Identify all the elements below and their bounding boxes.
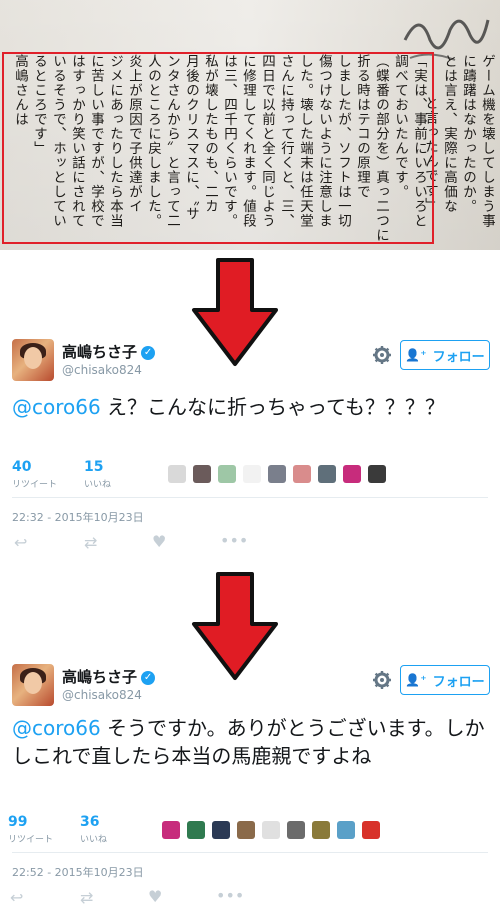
liker-avatar[interactable] bbox=[243, 465, 261, 483]
display-name[interactable]: 高嶋ちさ子 ✓ bbox=[62, 666, 156, 687]
tweet-body: え？こんなに折っちゃっても？？？？ bbox=[100, 395, 446, 419]
liker-avatar[interactable] bbox=[193, 465, 211, 483]
like-count[interactable]: 15 bbox=[84, 459, 103, 475]
add-user-icon: 👤⁺ bbox=[405, 673, 427, 687]
liker-avatar[interactable] bbox=[362, 821, 380, 839]
follow-label: フォロー bbox=[432, 674, 485, 690]
tweet-text: @coro66 そうですか。ありがとうございます。しかしこれで直したら本当の馬鹿… bbox=[12, 714, 492, 770]
follow-label: フォロー bbox=[432, 349, 485, 365]
liker-avatar[interactable] bbox=[212, 821, 230, 839]
display-name-text: 高嶋ちさ子 bbox=[62, 668, 138, 686]
liker-avatar[interactable] bbox=[318, 465, 336, 483]
tweet-2: 高嶋ちさ子 ✓ @chisako824 👤⁺ フォロー @coro66 そうですか。… bbox=[0, 660, 500, 920]
book-photo: ゲーム機を壊してしまう事 に躊躇はなかったのか。 とは言え、実際に高価な と言ったんで… bbox=[0, 0, 500, 250]
retweet-count[interactable]: 99 bbox=[8, 814, 27, 830]
display-name[interactable]: 高嶋ちさ子 ✓ bbox=[62, 341, 156, 362]
retweet-icon[interactable]: ⇄ bbox=[84, 533, 97, 552]
more-icon[interactable]: ••• bbox=[220, 531, 248, 550]
timestamp[interactable]: 22:52 - 2015年10月23日 bbox=[12, 864, 144, 880]
liker-avatar[interactable] bbox=[343, 465, 361, 483]
article-column-outside: に躊躇はなかったのか。 bbox=[460, 54, 476, 214]
more-icon[interactable]: ••• bbox=[216, 886, 244, 905]
reply-icon[interactable]: ↩ bbox=[14, 533, 27, 552]
like-count[interactable]: 36 bbox=[80, 814, 99, 830]
liker-avatar[interactable] bbox=[218, 465, 236, 483]
like-label: いいね bbox=[84, 480, 112, 490]
liker-avatar[interactable] bbox=[293, 465, 311, 483]
mention-link[interactable]: @coro66 bbox=[12, 716, 101, 740]
article-column-outside: とは言え、実際に高価な bbox=[441, 54, 457, 214]
liker-avatar[interactable] bbox=[162, 821, 180, 839]
reply-icon[interactable]: ↩ bbox=[10, 888, 23, 907]
retweet-label: リツイート bbox=[8, 835, 54, 845]
follow-button[interactable]: 👤⁺ フォロー bbox=[400, 340, 490, 370]
display-name-text: 高嶋ちさ子 bbox=[62, 343, 138, 361]
verified-badge-icon: ✓ bbox=[141, 345, 156, 360]
user-handle[interactable]: @chisako824 bbox=[62, 688, 142, 702]
liker-avatar[interactable] bbox=[187, 821, 205, 839]
verified-badge-icon: ✓ bbox=[141, 670, 156, 685]
avatar[interactable] bbox=[12, 339, 54, 381]
add-user-icon: 👤⁺ bbox=[405, 348, 427, 362]
gear-icon[interactable] bbox=[372, 670, 392, 690]
highlight-box bbox=[2, 52, 434, 244]
follow-button[interactable]: 👤⁺ フォロー bbox=[400, 665, 490, 695]
liker-avatar[interactable] bbox=[287, 821, 305, 839]
heart-icon[interactable]: ♥ bbox=[152, 532, 166, 551]
liker-avatar[interactable] bbox=[368, 465, 386, 483]
avatar[interactable] bbox=[12, 664, 54, 706]
liker-avatar[interactable] bbox=[237, 821, 255, 839]
heart-icon[interactable]: ♥ bbox=[148, 887, 162, 906]
mention-link[interactable]: @coro66 bbox=[12, 395, 101, 419]
user-handle[interactable]: @chisako824 bbox=[62, 363, 142, 377]
timestamp[interactable]: 22:32 - 2015年10月23日 bbox=[12, 509, 144, 525]
liker-avatar[interactable] bbox=[262, 821, 280, 839]
liker-avatar[interactable] bbox=[168, 465, 186, 483]
tweet-text: @coro66 え？こんなに折っちゃっても？？？？ bbox=[12, 393, 492, 421]
gear-icon[interactable] bbox=[372, 345, 392, 365]
divider bbox=[12, 497, 488, 498]
article-column-outside: ゲーム機を壊してしまう事 bbox=[479, 54, 495, 228]
tweet-1: 高嶋ちさ子 ✓ @chisako824 👤⁺ フォロー @coro66 え？こんなに… bbox=[0, 335, 500, 565]
divider bbox=[12, 852, 488, 853]
retweet-label: リツイート bbox=[12, 480, 58, 490]
liker-avatar[interactable] bbox=[312, 821, 330, 839]
retweet-icon[interactable]: ⇄ bbox=[80, 888, 93, 907]
like-label: いいね bbox=[80, 835, 108, 845]
retweet-count[interactable]: 40 bbox=[12, 459, 31, 475]
liker-avatar[interactable] bbox=[268, 465, 286, 483]
liker-avatar[interactable] bbox=[337, 821, 355, 839]
